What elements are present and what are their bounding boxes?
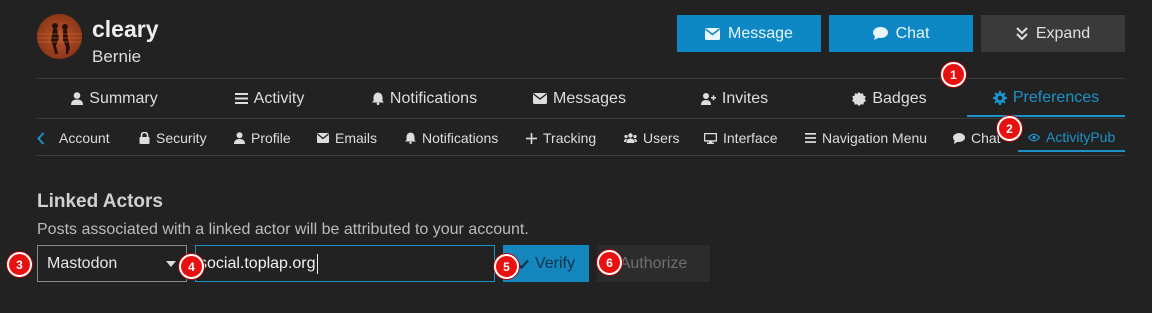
nav-summary[interactable]: Summary [37, 80, 192, 117]
subnav-security[interactable]: Security [139, 124, 207, 152]
verify-button-label: Verify [534, 254, 575, 272]
subnav-profile[interactable]: Profile [234, 124, 291, 152]
gear-icon [992, 90, 1007, 105]
nav-preferences-label: Preferences [1012, 88, 1100, 106]
desktop-icon [704, 132, 717, 144]
platform-select[interactable]: Mastodon [37, 245, 187, 282]
user-icon [234, 132, 245, 144]
envelope-icon [533, 93, 548, 104]
nav-badges-label: Badges [872, 89, 927, 107]
domain-input-value: social.toplap.org [199, 254, 316, 272]
nav-invites[interactable]: Invites [657, 80, 812, 117]
chat-button[interactable]: Chat [829, 15, 973, 52]
subnav-notifications-label: Notifications [422, 130, 499, 146]
subnav-security-label: Security [156, 130, 207, 146]
nav-notifications[interactable]: Notifications [347, 80, 502, 117]
message-button-label: Message [728, 24, 793, 42]
message-button[interactable]: Message [677, 15, 821, 52]
badge-icon [852, 91, 867, 106]
eye-icon [1028, 133, 1040, 142]
nav-invites-label: Invites [721, 89, 769, 107]
user-plus-icon [700, 92, 716, 105]
full-name: Bernie [92, 47, 142, 66]
marker-6: 6 [597, 250, 622, 275]
subnav-interface-label: Interface [723, 130, 778, 146]
subnav-account-label: Account [59, 130, 110, 146]
subnav-interface[interactable]: Interface [704, 124, 777, 152]
marker-1: 1 [941, 62, 966, 87]
comment-icon [953, 132, 965, 144]
expand-button-label: Expand [1035, 24, 1091, 42]
nav-messages-label: Messages [553, 89, 626, 107]
expand-button[interactable]: Expand [981, 15, 1125, 52]
subnav-tracking-label: Tracking [543, 130, 597, 146]
bell-icon [371, 92, 384, 105]
domain-input[interactable]: social.toplap.org [195, 245, 495, 282]
section-title: Linked Actors [37, 191, 163, 212]
list-icon [234, 93, 248, 104]
subnav-activitypub-label: ActivityPub [1046, 129, 1116, 145]
bars-icon [805, 133, 816, 143]
subnav-emails[interactable]: Emails [317, 124, 377, 152]
nav-activity[interactable]: Activity [192, 80, 347, 117]
platform-select-value: Mastodon [47, 254, 118, 272]
chevron-left-icon [37, 131, 45, 145]
subnav-users-label: Users [643, 130, 680, 146]
subnav-account[interactable]: Account [37, 124, 110, 152]
subnav-navigation-menu[interactable]: Navigation Menu [805, 124, 927, 152]
double-chevron-down-icon [1016, 27, 1028, 40]
nav-badges[interactable]: Badges [812, 80, 967, 117]
section-description: Posts associated with a linked actor wil… [37, 221, 529, 238]
nav-preferences[interactable]: Preferences [967, 80, 1125, 117]
nav-summary-label: Summary [89, 89, 158, 107]
subnav-notifications[interactable]: Notifications [405, 124, 498, 152]
user-icon [71, 92, 84, 105]
marker-2: 2 [997, 116, 1022, 141]
marker-3: 3 [7, 252, 32, 277]
nav-activity-label: Activity [253, 89, 305, 107]
caret-down-icon [166, 261, 176, 267]
users-icon [624, 133, 637, 143]
subnav-activitypub[interactable]: ActivityPub [1018, 124, 1125, 152]
subnav-tracking[interactable]: Tracking [526, 124, 596, 152]
nav-divider [37, 118, 1125, 119]
envelope-icon [705, 27, 721, 40]
subnav-navigation-menu-label: Navigation Menu [822, 130, 928, 146]
username: cleary [92, 16, 159, 42]
subnav-divider [37, 155, 1125, 156]
avatar[interactable] [37, 14, 82, 59]
nav-messages[interactable]: Messages [502, 80, 657, 117]
plus-icon [526, 132, 537, 144]
subnav-emails-label: Emails [335, 130, 378, 146]
comment-icon [872, 27, 888, 40]
authorize-button-label: Authorize [619, 254, 688, 272]
subnav-chat-label: Chat [971, 130, 1001, 146]
subnav-users[interactable]: Users [624, 124, 680, 152]
envelope-icon [317, 133, 329, 143]
lock-icon [139, 132, 150, 144]
text-cursor [316, 253, 318, 274]
subnav-profile-label: Profile [251, 130, 291, 146]
marker-5: 5 [494, 254, 519, 279]
subnav-chat[interactable]: Chat [953, 124, 1001, 152]
chat-button-label: Chat [895, 24, 930, 42]
nav-notifications-label: Notifications [389, 89, 478, 107]
bell-icon [405, 132, 416, 144]
marker-4: 4 [179, 254, 204, 279]
